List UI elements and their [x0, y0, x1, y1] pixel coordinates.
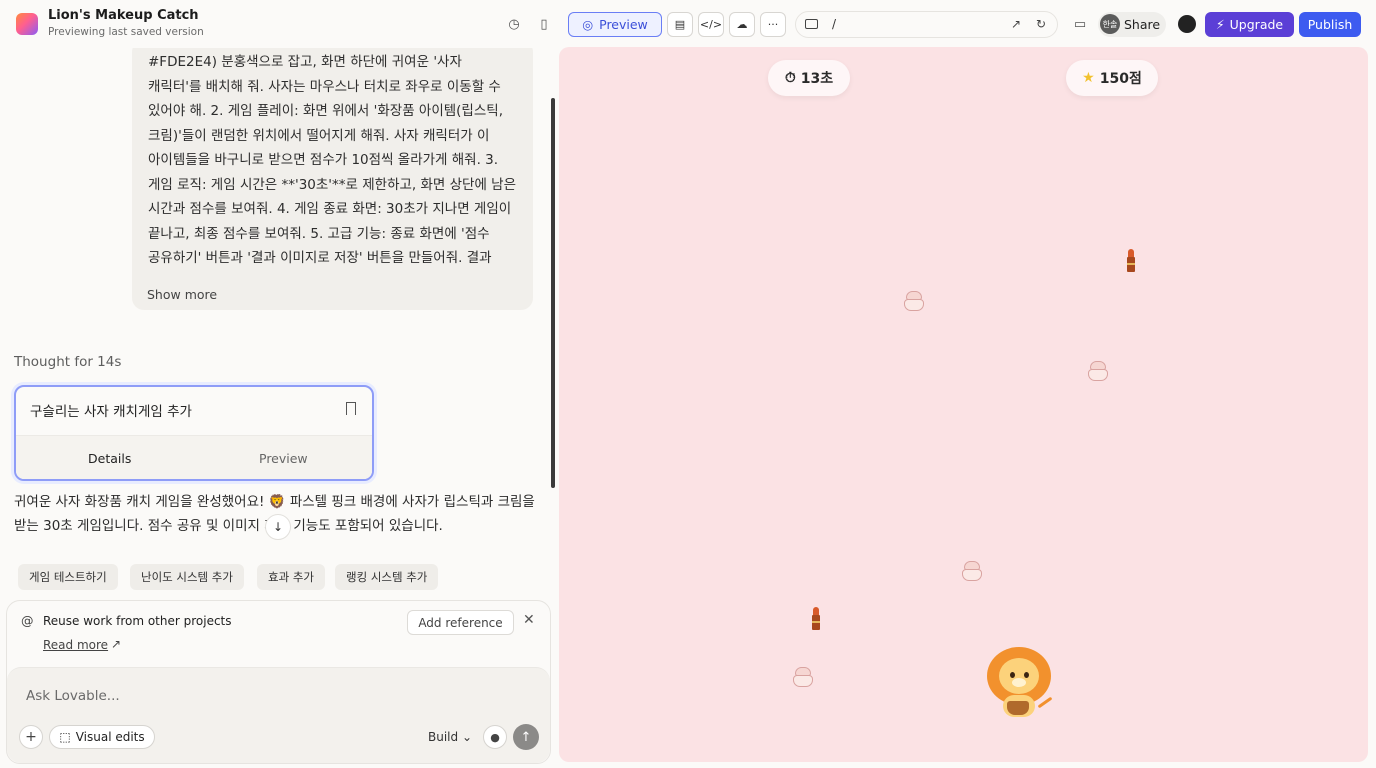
bookmark-icon[interactable] [346, 402, 356, 415]
chevron-down-icon[interactable]: ⌄ [175, 8, 184, 21]
cream-item [962, 561, 983, 582]
close-icon[interactable]: ✕ [523, 612, 535, 628]
file-icon[interactable]: ▤ [667, 12, 693, 37]
version-card-title: 구슬리는 사자 캐치게임 추가 [30, 404, 192, 420]
code-icon[interactable]: </> [698, 12, 724, 37]
send-icon[interactable]: ↑ [513, 724, 539, 750]
lipstick-item [1127, 249, 1135, 273]
preview-button[interactable]: ◎ Preview [568, 12, 662, 37]
avatar[interactable]: 한솔 [1100, 14, 1120, 34]
project-subtitle: Previewing last saved version [48, 26, 204, 38]
thought-duration[interactable]: Thought for 14s [14, 354, 121, 370]
version-card-tabs: Details Preview [16, 435, 372, 479]
visual-edits-label: Visual edits [75, 730, 145, 744]
lightning-icon: ⚡ [1215, 17, 1225, 32]
url-path[interactable]: / [832, 17, 836, 31]
history-icon[interactable]: ◷ [504, 14, 524, 34]
tab-preview[interactable]: Preview [259, 451, 308, 466]
cream-item [904, 291, 925, 312]
chat-input[interactable]: Ask Lovable... [26, 688, 120, 704]
stopwatch-icon: ⏱ [784, 70, 796, 86]
read-more-link[interactable]: Read more [43, 638, 108, 652]
mode-select[interactable]: Build ⌄ [428, 730, 472, 744]
reference-title: Reuse work from other projects [43, 614, 232, 628]
share-button[interactable]: Share [1124, 17, 1160, 32]
timer-display: ⏱ 13초 [768, 60, 850, 96]
more-icon[interactable]: ··· [760, 12, 786, 37]
basket-icon [1007, 701, 1029, 715]
user-message-text: #FDE2E4) 분홍색으로 잡고, 화면 하단에 귀여운 '사자 캐릭터'를 … [148, 54, 517, 266]
microphone-icon[interactable]: ● [483, 725, 507, 749]
visual-edits-icon: ⬚ [59, 730, 71, 744]
chat-composer[interactable]: Ask Lovable... + ⬚ Visual edits Build ⌄ … [7, 667, 550, 763]
upgrade-button[interactable]: ⚡ Upgrade [1205, 12, 1294, 37]
timer-value: 13초 [800, 71, 834, 87]
url-bar[interactable]: / ↗ ↻ [795, 11, 1058, 38]
github-icon[interactable] [1178, 15, 1196, 33]
open-external-icon[interactable]: ↗ [1011, 17, 1021, 31]
scroll-down-icon[interactable]: ↓ [265, 514, 291, 540]
add-attachment-icon[interactable]: + [19, 725, 43, 749]
star-icon: ★ [1082, 70, 1095, 86]
suggestion-chip[interactable]: 랭킹 시스템 추가 [335, 564, 439, 590]
sidebar-toggle-icon[interactable]: ▯ [534, 14, 554, 34]
suggestion-chip[interactable]: 효과 추가 [257, 564, 325, 590]
mode-label: Build [428, 730, 459, 744]
tab-details[interactable]: Details [88, 451, 131, 466]
lion-character[interactable] [987, 647, 1057, 723]
publish-button[interactable]: Publish [1299, 12, 1361, 37]
game-preview[interactable]: ⏱ 13초 ★ 150점 [559, 47, 1368, 762]
user-message: #FDE2E4) 분홍색으로 잡고, 화면 하단에 귀여운 '사자 캐릭터'를 … [132, 48, 533, 310]
suggestion-chip[interactable]: 난이도 시스템 추가 [130, 564, 244, 590]
external-link-icon[interactable]: ↗ [111, 637, 121, 651]
cream-item [1088, 361, 1109, 382]
chevron-down-icon: ⌄ [461, 730, 473, 744]
lovable-logo-icon[interactable] [16, 13, 38, 35]
reference-panel: @ Reuse work from other projects Read mo… [6, 600, 551, 764]
show-more-link[interactable]: Show more [147, 287, 217, 302]
refresh-icon[interactable]: ↻ [1036, 17, 1046, 31]
globe-icon: ◎ [582, 17, 594, 32]
cream-item [793, 667, 814, 688]
chat-scrollbar[interactable] [551, 98, 555, 488]
score-display: ★ 150점 [1066, 60, 1158, 96]
device-icon[interactable] [805, 19, 818, 29]
visual-edits-button[interactable]: ⬚ Visual edits [49, 725, 155, 749]
upgrade-label: Upgrade [1229, 17, 1284, 32]
top-bar: Lion's Makeup Catch ⌄ Previewing last sa… [0, 0, 1376, 48]
score-value: 150점 [1099, 71, 1142, 87]
lipstick-item [812, 607, 820, 631]
add-reference-button[interactable]: Add reference [407, 610, 514, 635]
comment-icon[interactable]: ▭ [1070, 14, 1090, 34]
suggestion-chip[interactable]: 게임 테스트하기 [18, 564, 118, 590]
chat-panel: #FDE2E4) 분홍색으로 잡고, 화면 하단에 귀여운 '사자 캐릭터'를 … [0, 48, 558, 768]
preview-button-label: Preview [599, 17, 648, 32]
cloud-icon[interactable]: ☁ [729, 12, 755, 37]
version-card[interactable]: 구슬리는 사자 캐치게임 추가 Details Preview [14, 385, 374, 481]
at-icon: @ [21, 613, 34, 628]
